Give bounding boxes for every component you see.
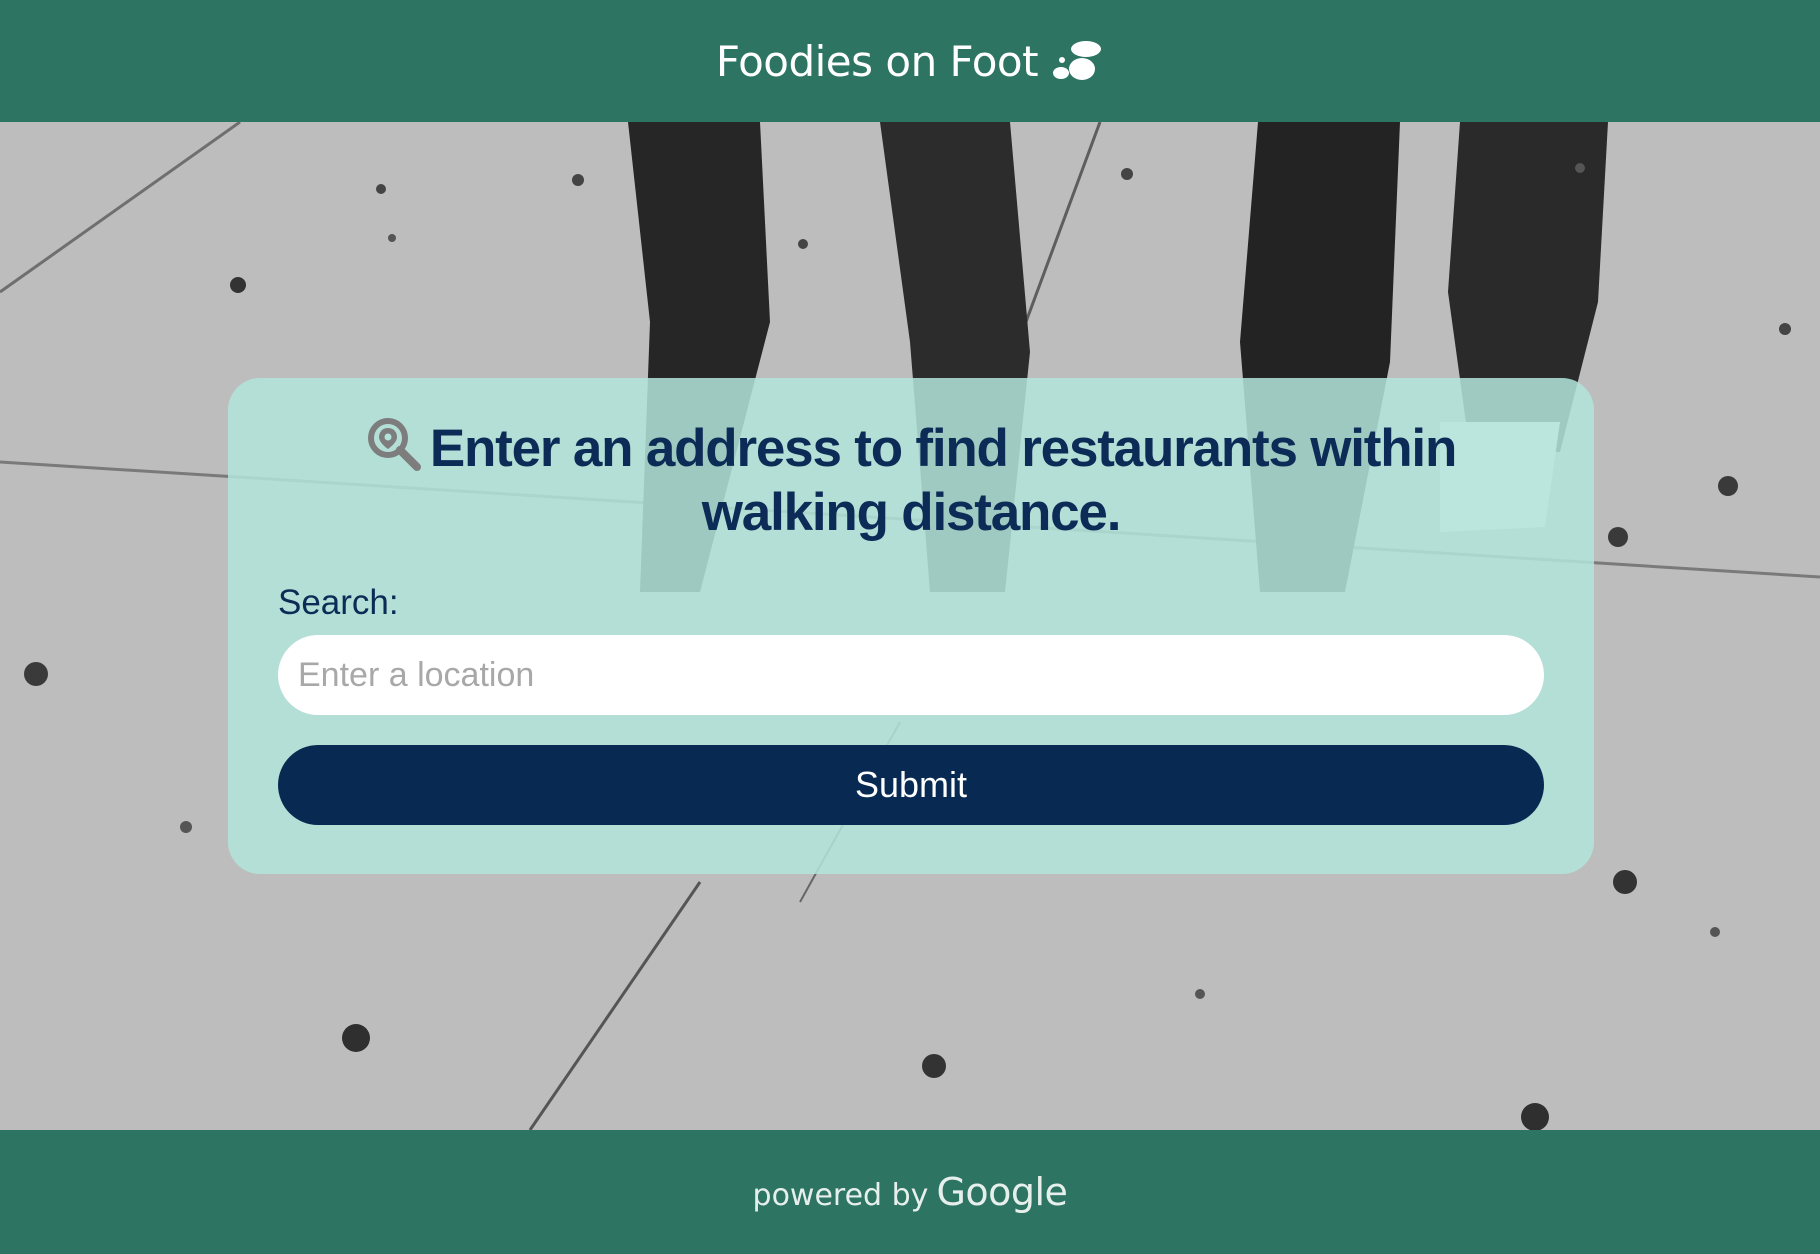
magnifier-location-icon [366, 416, 422, 472]
search-card: Enter an address to find restaurants wit… [228, 378, 1594, 874]
attribution-brand: Google [936, 1170, 1068, 1214]
headline-text: Enter an address to find restaurants wit… [429, 419, 1457, 542]
search-label: Search: [278, 583, 399, 622]
site-footer: powered by Google [0, 1130, 1820, 1254]
site-header: Foodies on Foot [0, 0, 1820, 122]
site-title: Foodies on Foot [715, 36, 1039, 86]
submit-button[interactable]: Submit [278, 745, 1544, 825]
brand[interactable]: Foodies on Foot [716, 37, 1104, 86]
attribution-prefix: powered by [752, 1178, 929, 1213]
page: Foodies on Foot Enter an address to find… [0, 0, 1820, 1254]
footprints-icon [1048, 38, 1104, 84]
google-attribution: powered by Google [753, 1170, 1068, 1214]
search-headline: Enter an address to find restaurants wit… [278, 416, 1544, 545]
location-search-input[interactable] [278, 635, 1544, 715]
